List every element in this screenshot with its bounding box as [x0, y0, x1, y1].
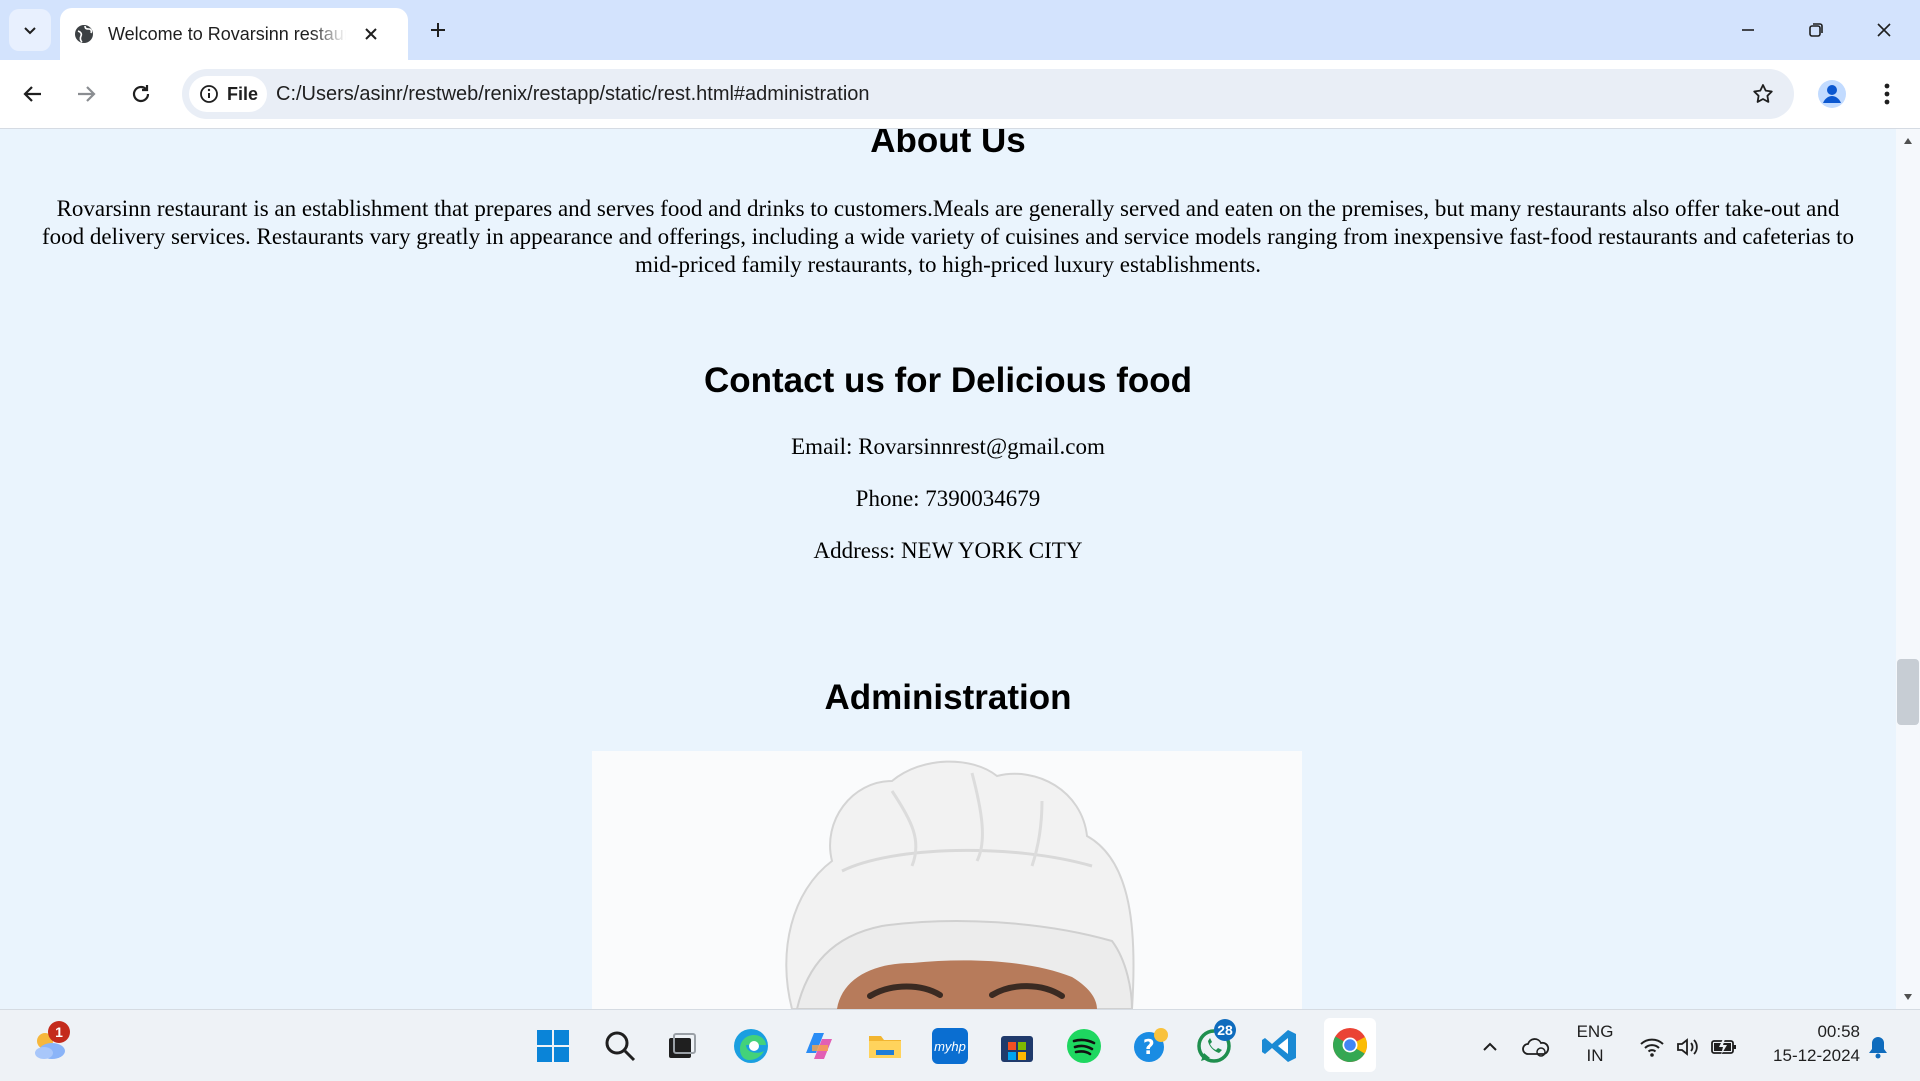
plus-icon	[431, 23, 445, 37]
windows-taskbar: 1 myhp ? 28 ENG IN 00:58 15-12-2024	[0, 1009, 1920, 1081]
url-text[interactable]: C:/Users/asinr/restweb/renix/restapp/sta…	[276, 69, 870, 119]
triangle-down-icon	[1904, 994, 1912, 1000]
vscode-icon	[1262, 1030, 1296, 1062]
globe-icon	[75, 25, 93, 43]
restore-button[interactable]	[1798, 12, 1834, 48]
administration-chef-image	[592, 751, 1302, 1009]
clock-time: 00:58	[1817, 1022, 1860, 1041]
contact-section: Contact us for Delicious food	[0, 361, 1896, 401]
bookmark-button[interactable]	[1744, 75, 1782, 113]
edge-browser-icon	[734, 1029, 768, 1063]
tab-title: Welcome to Rovarsinn restaurant	[108, 23, 346, 44]
taskbar-task-view[interactable]	[659, 1023, 705, 1069]
bell-icon	[1869, 1037, 1887, 1059]
taskbar-file-explorer[interactable]	[862, 1023, 908, 1069]
browser-menu-button[interactable]	[1868, 75, 1906, 113]
scrollbar-thumb[interactable]	[1897, 659, 1919, 725]
store-icon	[1001, 1036, 1033, 1062]
back-button[interactable]	[14, 75, 52, 113]
search-icon	[605, 1031, 636, 1062]
tab-strip: Welcome to Rovarsinn restaurant	[0, 0, 1920, 60]
close-icon	[1877, 23, 1891, 37]
site-info-label: File	[227, 83, 259, 104]
tray-clock[interactable]: 00:58 15-12-2024	[1756, 1020, 1860, 1068]
page-scrollbar[interactable]	[1896, 129, 1920, 1009]
new-tab-button[interactable]	[424, 16, 452, 44]
taskbar-search[interactable]	[597, 1023, 643, 1069]
taskbar-chrome-active[interactable]	[1324, 1018, 1376, 1072]
site-info-chip[interactable]: File	[189, 76, 267, 112]
taskbar-myhp[interactable]: myhp	[927, 1023, 973, 1069]
wifi-icon	[1640, 1038, 1664, 1057]
contact-phone: Phone: 7390034679	[855, 486, 1041, 511]
star-icon	[1753, 84, 1773, 103]
close-window-button[interactable]	[1866, 12, 1902, 48]
copilot-icon	[806, 1033, 832, 1059]
restore-icon	[1809, 23, 1823, 37]
tray-onedrive[interactable]	[1514, 1024, 1558, 1070]
page-content: About Us Rovarsinn restaurant is an esta…	[0, 129, 1896, 1009]
myhp-icon: myhp	[932, 1028, 968, 1064]
administration-section: Administration	[0, 678, 1896, 718]
whatsapp-badge: 28	[1214, 1019, 1236, 1041]
tab-search-button[interactable]	[9, 9, 51, 51]
more-vertical-icon	[1884, 83, 1890, 105]
contact-heading: Contact us for Delicious food	[703, 361, 1193, 400]
forward-button[interactable]	[67, 75, 105, 113]
chevron-down-icon	[24, 27, 36, 35]
info-icon	[200, 85, 218, 103]
chevron-up-icon	[1483, 1042, 1497, 1051]
browser-tab-active[interactable]: Welcome to Rovarsinn restaurant	[60, 8, 408, 60]
clock-date: 15-12-2024	[1773, 1046, 1860, 1065]
taskbar-microsoft-store[interactable]	[994, 1023, 1040, 1069]
taskbar-copilot[interactable]	[796, 1023, 842, 1069]
windows-logo-icon	[537, 1030, 569, 1062]
minimize-icon	[1742, 29, 1754, 31]
about-heading: About Us	[870, 129, 1026, 160]
about-section: About Us	[0, 129, 1896, 161]
taskbar-start-button[interactable]	[530, 1023, 576, 1069]
about-text: Rovarsinn restaurant is an establishment…	[41, 196, 1855, 277]
tab-close-button[interactable]	[360, 23, 382, 45]
taskbar-weather[interactable]: 1	[26, 1021, 72, 1069]
folder-icon	[869, 1036, 901, 1058]
task-view-icon	[669, 1033, 696, 1058]
battery-charging-icon	[1711, 1039, 1736, 1055]
taskbar-vscode[interactable]	[1257, 1023, 1303, 1069]
close-icon	[365, 28, 377, 40]
scroll-up-button[interactable]	[1900, 133, 1916, 149]
administration-heading: Administration	[824, 678, 1072, 717]
language-code: ENG	[1576, 1022, 1614, 1041]
profile-avatar-icon	[1818, 80, 1846, 108]
help-icon: ?	[1134, 1028, 1168, 1062]
taskbar-spotify[interactable]	[1061, 1023, 1107, 1069]
tray-battery[interactable]	[1702, 1024, 1746, 1070]
browser-toolbar: File C:/Users/asinr/restweb/renix/restap…	[0, 60, 1920, 129]
cloud-sync-icon	[1522, 1038, 1550, 1057]
address-bar[interactable]: File C:/Users/asinr/restweb/renix/restap…	[182, 69, 1794, 119]
triangle-up-icon	[1904, 138, 1912, 144]
tray-language[interactable]: ENG IN	[1568, 1020, 1622, 1068]
scroll-down-button[interactable]	[1900, 989, 1916, 1005]
reload-icon	[132, 85, 150, 103]
taskbar-whatsapp[interactable]: 28	[1192, 1019, 1238, 1069]
language-region: IN	[1586, 1046, 1604, 1065]
taskbar-get-help[interactable]: ?	[1128, 1023, 1174, 1069]
chef-illustration	[785, 760, 1135, 1009]
contact-address: Address: NEW YORK CITY	[813, 538, 1083, 563]
contact-email: Email: Rovarsinnrest@gmail.com	[791, 434, 1105, 459]
reload-button[interactable]	[122, 75, 160, 113]
weather-badge: 1	[48, 1021, 70, 1043]
profile-button[interactable]	[1813, 75, 1851, 113]
arrow-right-icon	[78, 86, 96, 102]
arrow-left-icon	[23, 86, 41, 102]
taskbar-edge[interactable]	[728, 1023, 774, 1069]
minimize-button[interactable]	[1730, 12, 1766, 48]
tray-notifications[interactable]	[1858, 1024, 1898, 1070]
tray-show-hidden-icons[interactable]	[1468, 1024, 1512, 1070]
svg-text:?: ?	[1143, 1035, 1155, 1059]
spotify-icon	[1067, 1029, 1101, 1063]
volume-icon	[1677, 1038, 1698, 1056]
chrome-icon	[1333, 1028, 1367, 1062]
